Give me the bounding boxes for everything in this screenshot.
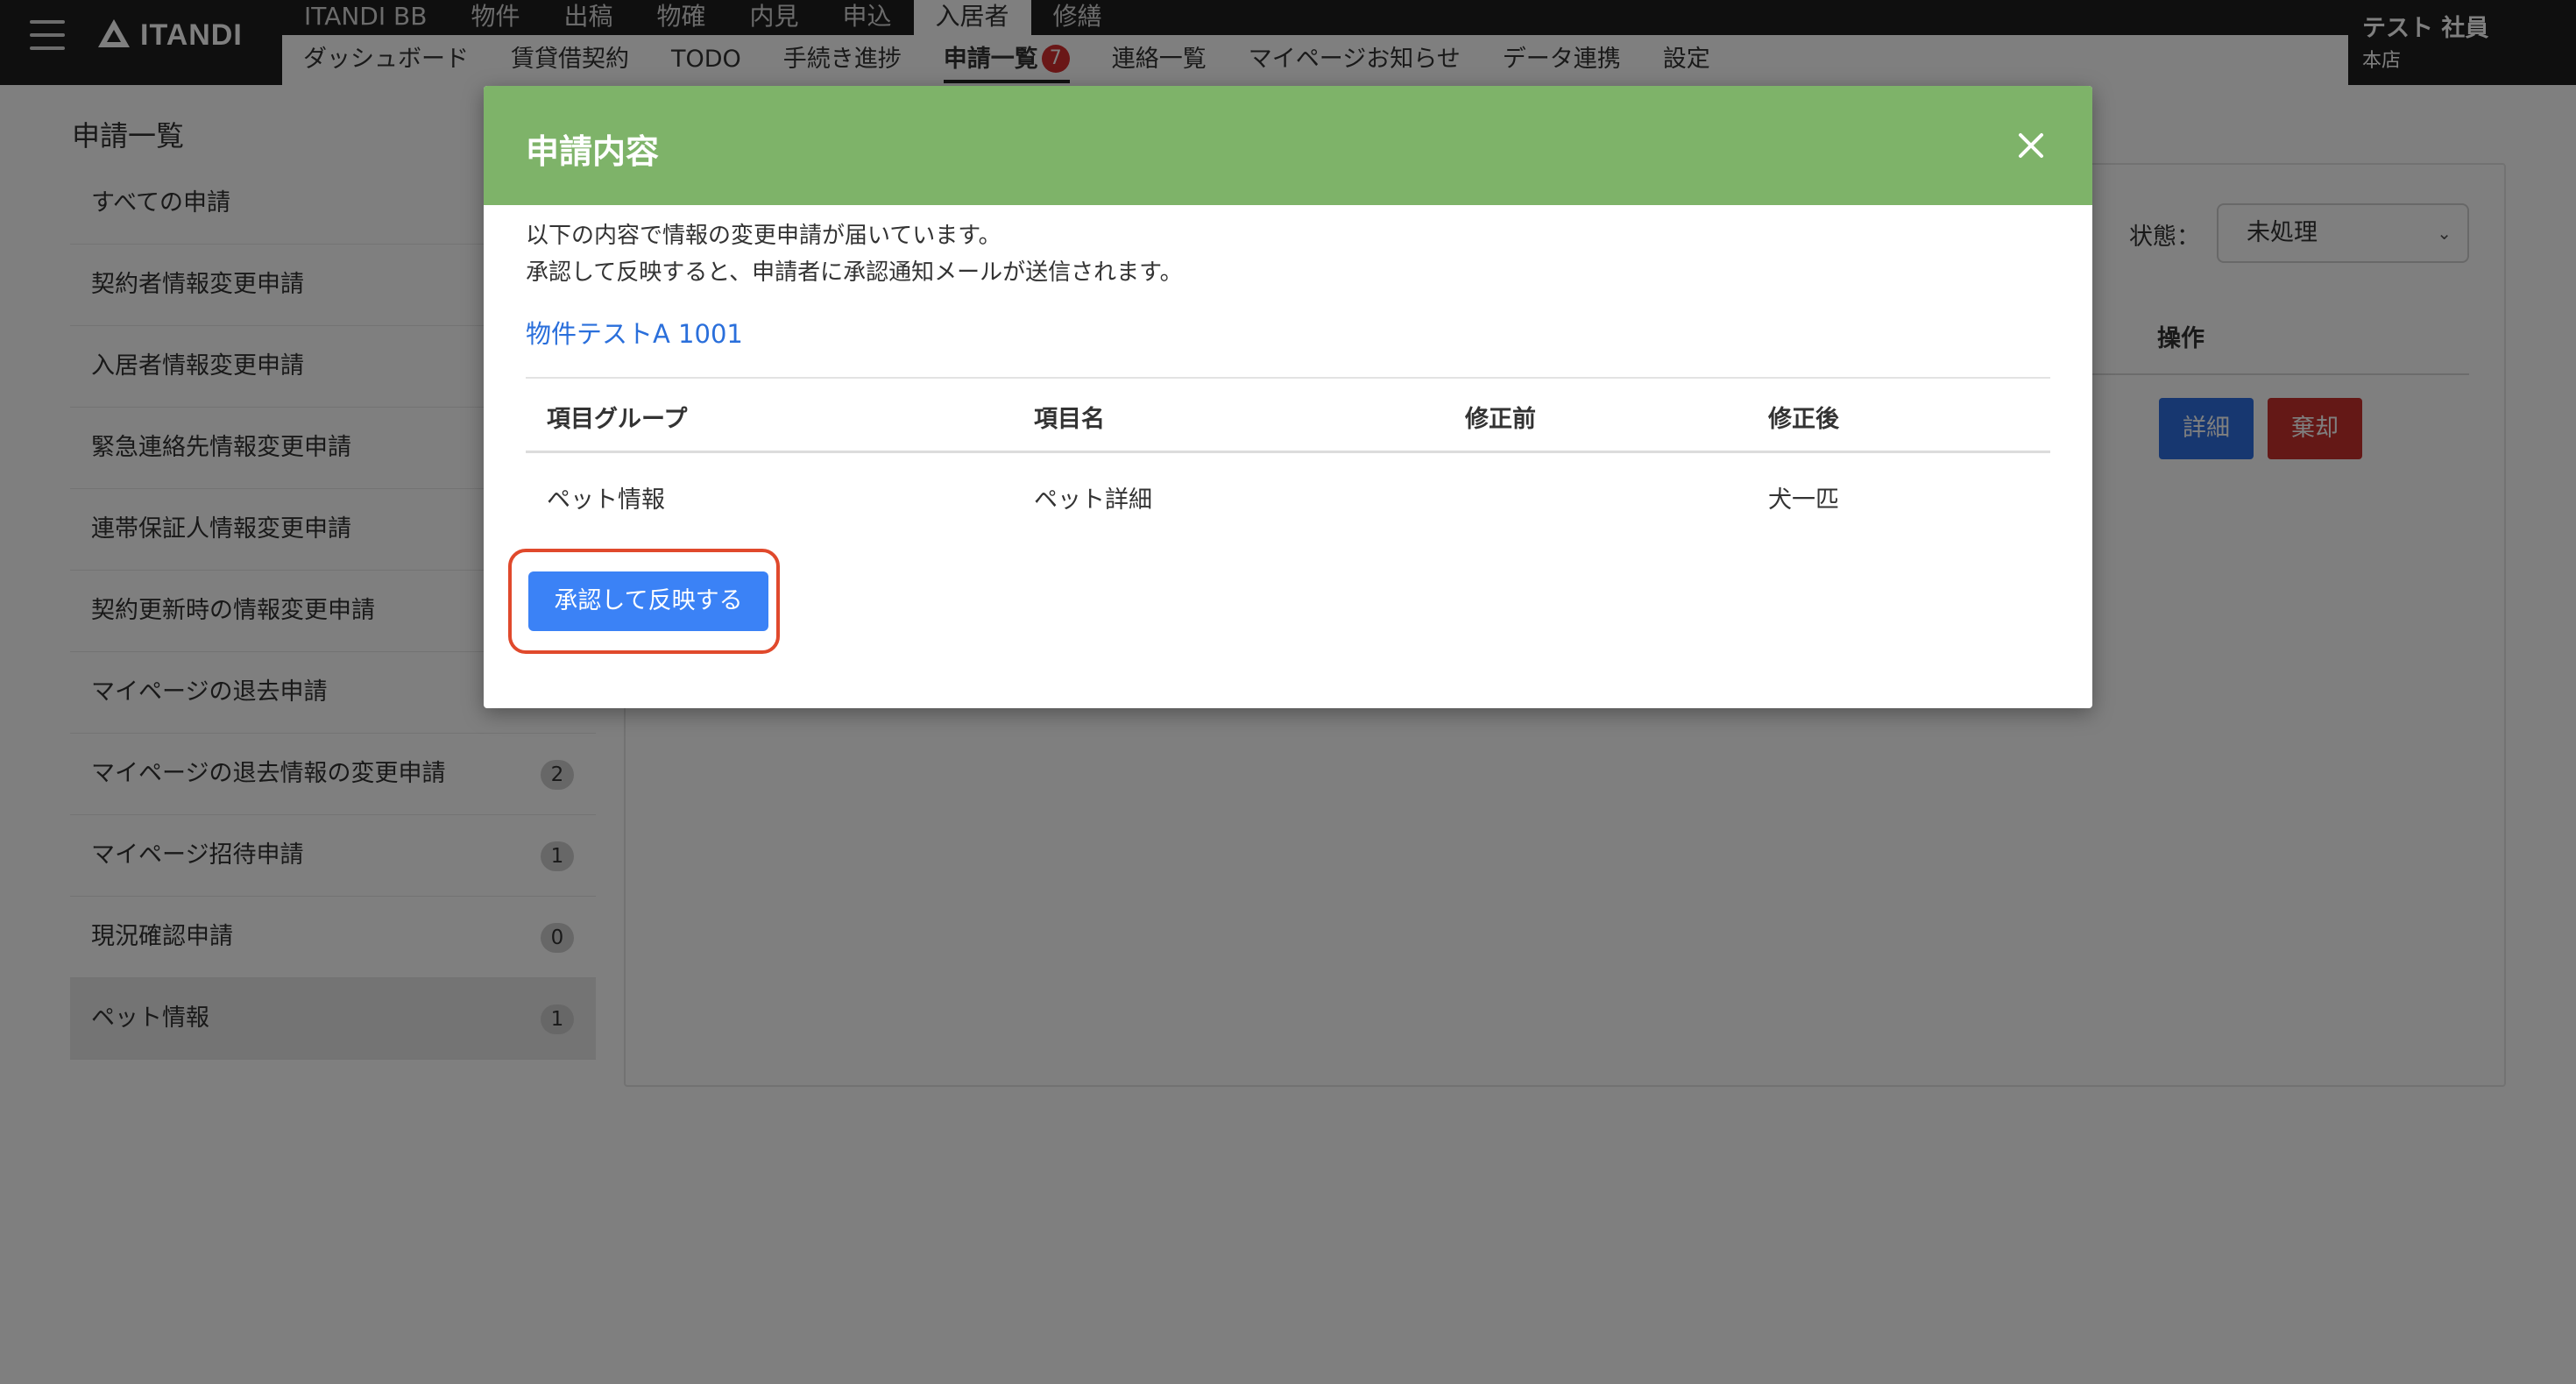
- approve-and-apply-button[interactable]: 承認して反映する: [528, 571, 768, 631]
- modal-message-line-2: 承認して反映すると、申請者に承認通知メールが送信されます。: [526, 259, 1183, 286]
- application-detail-modal: 申請内容 以下の内容で情報の変更申請が届いています。 承認して反映すると、申請者…: [484, 86, 2092, 708]
- modal-message-line-1: 以下の内容で情報の変更申請が届いています。: [526, 223, 1001, 249]
- column-header-item-name: 項目名: [1034, 406, 1105, 433]
- close-icon[interactable]: [2008, 123, 2054, 168]
- column-header-after: 修正後: [1768, 406, 1839, 433]
- cell-after: 犬一匹: [1768, 486, 1839, 514]
- table-header-divider: [526, 451, 2050, 453]
- modal-title: 申請内容: [526, 132, 660, 171]
- modal-header: 申請内容: [484, 86, 2092, 205]
- table-top-divider: [526, 377, 2050, 379]
- app-root: ITANDI ITANDI BB 物件 出稿 物確 内見 申込 入居者 修繕 ダ…: [0, 0, 2576, 1384]
- cell-item-name: ペット詳細: [1034, 486, 1152, 514]
- column-header-before: 修正前: [1465, 406, 1536, 433]
- modal-message: 以下の内容で情報の変更申請が届いています。 承認して反映すると、申請者に承認通知…: [526, 217, 1183, 291]
- column-header-item-group: 項目グループ: [547, 406, 688, 433]
- cell-item-group: ペット情報: [547, 486, 665, 514]
- property-link[interactable]: 物件テストA 1001: [526, 314, 743, 351]
- approve-highlight-ring: 承認して反映する: [508, 549, 780, 654]
